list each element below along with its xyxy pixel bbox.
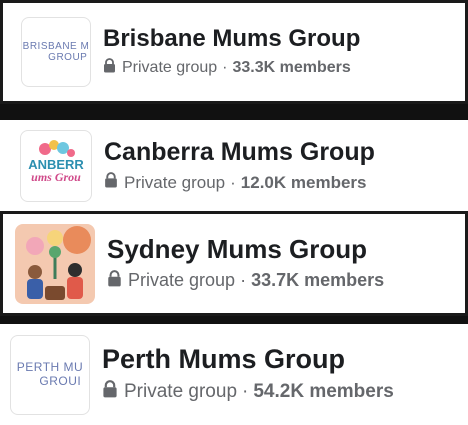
logo-line: BRISBANE M [22, 41, 90, 52]
logo-line: PERTH MU [16, 360, 84, 375]
logo-line: GROUP [48, 52, 88, 63]
privacy-label: Private group [124, 172, 226, 192]
group-name[interactable]: Perth Mums Group [102, 344, 394, 375]
group-name[interactable]: Sydney Mums Group [107, 235, 384, 264]
lock-icon [103, 58, 116, 78]
separator: · [242, 381, 249, 403]
separator: · [222, 59, 228, 77]
group-card-sydney[interactable]: Sydney Mums Group Private group · 33.7K … [0, 211, 468, 316]
member-count: 33.3K members [232, 59, 351, 77]
lock-icon [104, 172, 118, 193]
group-card-brisbane[interactable]: BRISBANE M GROUP Brisbane Mums Group Pri… [0, 0, 468, 104]
member-count: 12.0K members [240, 172, 367, 192]
group-logo-perth[interactable]: PERTH MU GROUI [10, 334, 90, 415]
perth-logo-text: PERTH MU GROUI [16, 360, 84, 388]
logo-line: ums Grou [31, 169, 81, 184]
group-logo-sydney[interactable] [15, 223, 95, 304]
logo-line: ANBERR [28, 156, 84, 172]
group-logo-canberra[interactable]: ANBERR ums Grou [20, 130, 92, 202]
sydney-illustration-icon [15, 223, 95, 304]
brisbane-logo-text: BRISBANE M GROUP [23, 41, 90, 63]
privacy-label: Private group [122, 59, 218, 77]
group-name[interactable]: Brisbane Mums Group [103, 25, 360, 52]
group-name[interactable]: Canberra Mums Group [104, 138, 375, 167]
member-count: 33.7K members [251, 270, 385, 291]
logo-line: GROUI [39, 373, 82, 388]
privacy-label: Private group [128, 270, 236, 291]
lock-icon [107, 269, 122, 292]
privacy-label: Private group [124, 381, 238, 403]
separator: · [230, 172, 236, 192]
group-logo-brisbane[interactable]: BRISBANE M GROUP [21, 17, 91, 87]
member-count: 54.2K members [253, 381, 394, 403]
lock-icon [102, 380, 118, 404]
canberra-logo-text: ANBERR ums Grou [28, 158, 84, 183]
separator: · [240, 270, 247, 291]
group-card-perth[interactable]: PERTH MU GROUI Perth Mums Group Private … [0, 324, 468, 425]
group-card-canberra[interactable]: ANBERR ums Grou Canberra Mums Group Priv… [0, 120, 468, 212]
